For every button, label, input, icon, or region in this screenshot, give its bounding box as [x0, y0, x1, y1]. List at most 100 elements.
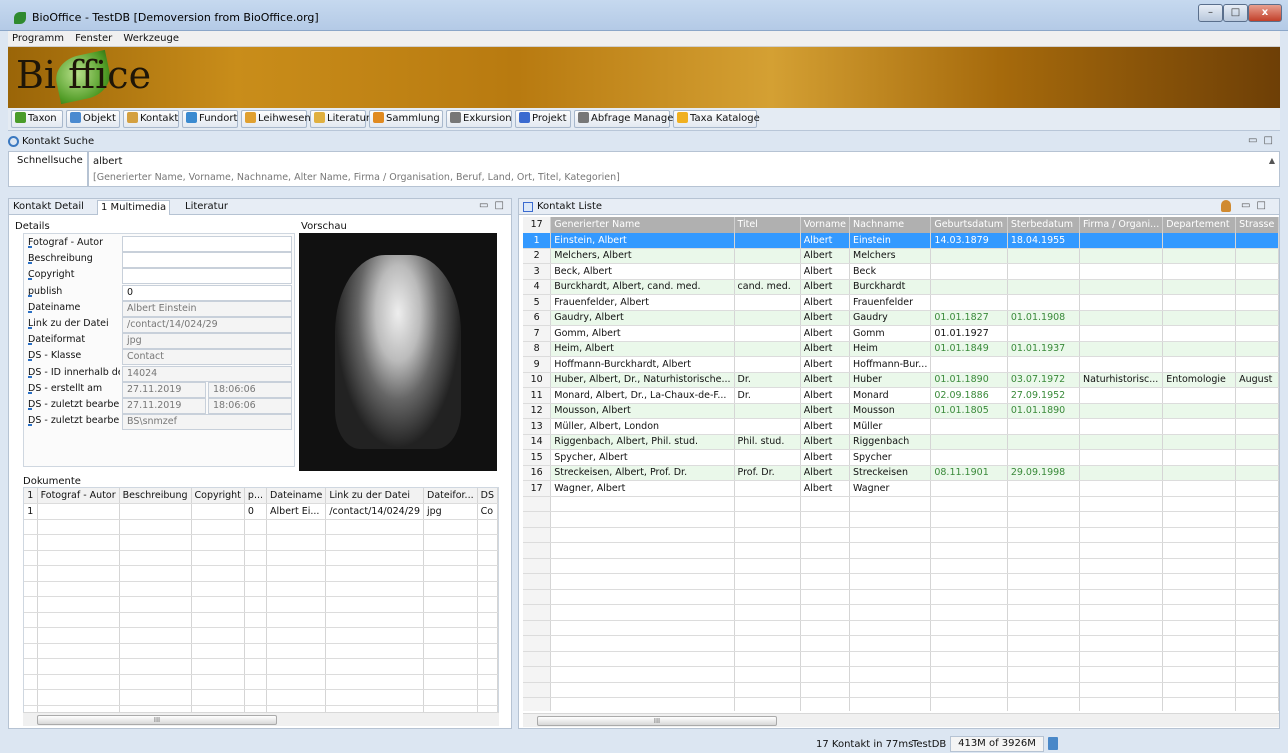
toolbar-exkursion-button[interactable]: Exkursion — [446, 110, 512, 128]
kontakt-row[interactable]: 1 Einstein, Albert Albert Einstein 14.03.187… — [523, 232, 1279, 249]
tab-literatur[interactable]: Literatur — [185, 201, 228, 212]
kontakt-row[interactable]: 8 Heim, Albert Albert Heim 01.01.1849 01.01.1… — [523, 341, 1279, 357]
tab-kontakt-detail[interactable]: Kontakt Detail — [13, 201, 84, 212]
kontakt-row[interactable]: 10 Huber, Albert, Dr., Naturhistorische..… — [523, 372, 1279, 388]
liste-hscrollbar[interactable]: III — [523, 713, 1279, 727]
column-header[interactable]: Sterbedatum — [1007, 217, 1080, 233]
empty-row — [24, 689, 498, 706]
toolbar-taxa-kataloge-button[interactable]: Taxa Kataloge — [673, 110, 760, 128]
projekt-icon — [519, 112, 530, 123]
kontakt-row[interactable]: 6 Gaudry, Albert Albert Gaudry 01.01.1827 01.… — [523, 310, 1279, 326]
column-header[interactable]: Dateifor... — [423, 488, 478, 504]
column-header[interactable]: Fotograf - Autor — [37, 488, 120, 504]
kontakt-row[interactable]: 14 Riggenbach, Albert, Phil. stud. Phil. s… — [523, 434, 1279, 450]
kontakt-row[interactable]: 5 Frauenfelder, Albert Albert Frauenfelder — [523, 294, 1279, 311]
column-header[interactable]: 17 — [523, 217, 552, 233]
search-box[interactable]: albert [Generierter Name, Vorname, Nachn… — [88, 151, 1280, 187]
time-field[interactable]: 18:06:06 — [208, 398, 292, 414]
field-value[interactable]: jpg — [122, 333, 292, 350]
column-header[interactable]: Nachname — [849, 217, 932, 233]
toolbar-sammlung-button[interactable]: Sammlung — [369, 110, 443, 128]
toolbar-fundort-button[interactable]: Fundort — [182, 110, 238, 128]
table-cell — [1007, 434, 1080, 450]
kontakt-row[interactable]: 3 Beck, Albert Albert Beck — [523, 263, 1279, 280]
field-value[interactable]: 0 — [122, 284, 292, 301]
column-header[interactable]: Firma / Organi... — [1079, 217, 1164, 233]
field-value[interactable]: Contact — [122, 349, 292, 366]
kontakt-row[interactable]: 4 Burckhardt, Albert, cand. med. cand. med… — [523, 279, 1279, 295]
field-label-text: Dateiname — [28, 301, 81, 313]
documents-hscrollbar[interactable]: III — [23, 712, 499, 726]
field-label: Link zu der Datei — [28, 318, 120, 329]
kontakt-row[interactable]: 2 Melchers, Albert Albert Melchers — [523, 248, 1279, 264]
add-contact-icon[interactable] — [1221, 200, 1231, 212]
column-header[interactable]: Beschreibung — [119, 488, 192, 504]
column-header[interactable]: Strasse — [1235, 217, 1279, 233]
time-field[interactable]: 18:06:06 — [208, 381, 292, 398]
field-value[interactable]: 14024 — [122, 365, 292, 382]
kontakt-row[interactable]: 11 Monard, Albert, Dr., La-Chaux-de-F... D… — [523, 387, 1279, 404]
column-header[interactable]: 1 — [24, 488, 38, 504]
empty-row — [24, 627, 498, 644]
kontakt-row[interactable]: 12 Mousson, Albert Albert Mousson 01.01.1805… — [523, 403, 1279, 419]
table-row[interactable]: 1 0 Albert Ei.../contact/14/024/29 jpg Co — [24, 503, 498, 520]
empty-cell — [325, 565, 425, 582]
empty-cell — [1235, 496, 1279, 512]
field-value[interactable]: /contact/14/024/29 — [122, 317, 292, 333]
empty-cell — [550, 620, 735, 636]
column-header[interactable]: Generierter Name — [550, 217, 735, 233]
column-header[interactable]: Link zu der Datei — [325, 488, 425, 504]
column-header[interactable]: p... — [244, 488, 268, 504]
column-header[interactable]: Geburtsdatum — [930, 217, 1008, 233]
table-cell — [1079, 465, 1164, 481]
toolbar-literatur-button[interactable]: Literatur — [310, 110, 370, 128]
trash-icon[interactable] — [1048, 737, 1058, 750]
required-marker-icon — [28, 278, 32, 281]
kontakt-row[interactable]: 13 Müller, Albert, London Albert Müller — [523, 418, 1279, 435]
field-value[interactable]: 27.11.2019 — [122, 381, 206, 398]
column-header[interactable]: Titel — [734, 217, 801, 233]
field-value[interactable] — [122, 236, 292, 252]
scroll-thumb[interactable]: III — [537, 716, 777, 726]
table-cell — [734, 310, 801, 326]
toolbar-objekt-button[interactable]: Objekt — [66, 110, 120, 128]
search-collapse-icon[interactable]: ▲ — [1269, 156, 1275, 165]
panel-window-controls[interactable]: ▭□ — [1248, 135, 1279, 146]
panel-window-controls[interactable]: ▭□ — [479, 200, 510, 211]
column-header[interactable]: Copyright — [191, 488, 245, 504]
kontakt-row[interactable]: 15 Spycher, Albert Albert Spycher — [523, 449, 1279, 466]
kontakt-row[interactable]: 17 Wagner, Albert Albert Wagner — [523, 480, 1279, 497]
table-cell — [734, 403, 801, 419]
field-value[interactable]: BS\snmzef — [122, 414, 292, 431]
menu-programm[interactable]: Programm — [8, 31, 68, 47]
toolbar-taxon-button[interactable]: Taxon — [11, 110, 63, 128]
column-header[interactable]: Vorname — [800, 217, 851, 233]
kontakt-row[interactable]: 16 Streckeisen, Albert, Prof. Dr. Prof. Dr… — [523, 465, 1279, 481]
column-header[interactable]: Dateiname — [266, 488, 327, 504]
toolbar-abfrage-manager-button[interactable]: Abfrage Manager — [574, 110, 677, 128]
close-button[interactable]: x — [1248, 4, 1282, 22]
field-label: Fotograf - Autor — [28, 237, 120, 248]
minimize-button[interactable]: – — [1198, 4, 1223, 22]
field-value[interactable] — [122, 252, 292, 269]
menu-fenster[interactable]: Fenster — [71, 31, 116, 47]
toolbar-projekt-button[interactable]: Projekt — [515, 110, 571, 128]
kontakt-row[interactable]: 7 Gomm, Albert Albert Gomm 01.01.1927 — [523, 325, 1279, 342]
column-header[interactable]: DS — [477, 488, 498, 504]
kontakt-row[interactable]: 9 Hoffmann-Burckhardt, Albert Albert Hoffma… — [523, 356, 1279, 373]
column-header[interactable]: Departement — [1162, 217, 1237, 233]
toolbar-leihwesen-button[interactable]: Leihwesen — [241, 110, 311, 128]
panel-window-controls[interactable]: ▭□ — [1241, 200, 1272, 211]
empty-cell — [849, 511, 932, 528]
maximize-button[interactable]: □ — [1223, 4, 1248, 22]
toolbar-kontakt-button[interactable]: Kontakt — [123, 110, 179, 128]
table-cell: Müller, Albert, London — [550, 418, 735, 435]
field-value[interactable] — [122, 268, 292, 285]
search-input[interactable]: albert — [93, 156, 122, 167]
menu-werkzeuge[interactable]: Werkzeuge — [119, 31, 183, 47]
empty-cell — [1079, 573, 1164, 590]
scroll-thumb[interactable]: III — [37, 715, 277, 725]
field-value[interactable]: 27.11.2019 — [122, 398, 206, 414]
tab-multimedia[interactable]: 1 Multimedia — [97, 200, 171, 215]
field-value[interactable]: Albert Einstein — [122, 300, 292, 317]
